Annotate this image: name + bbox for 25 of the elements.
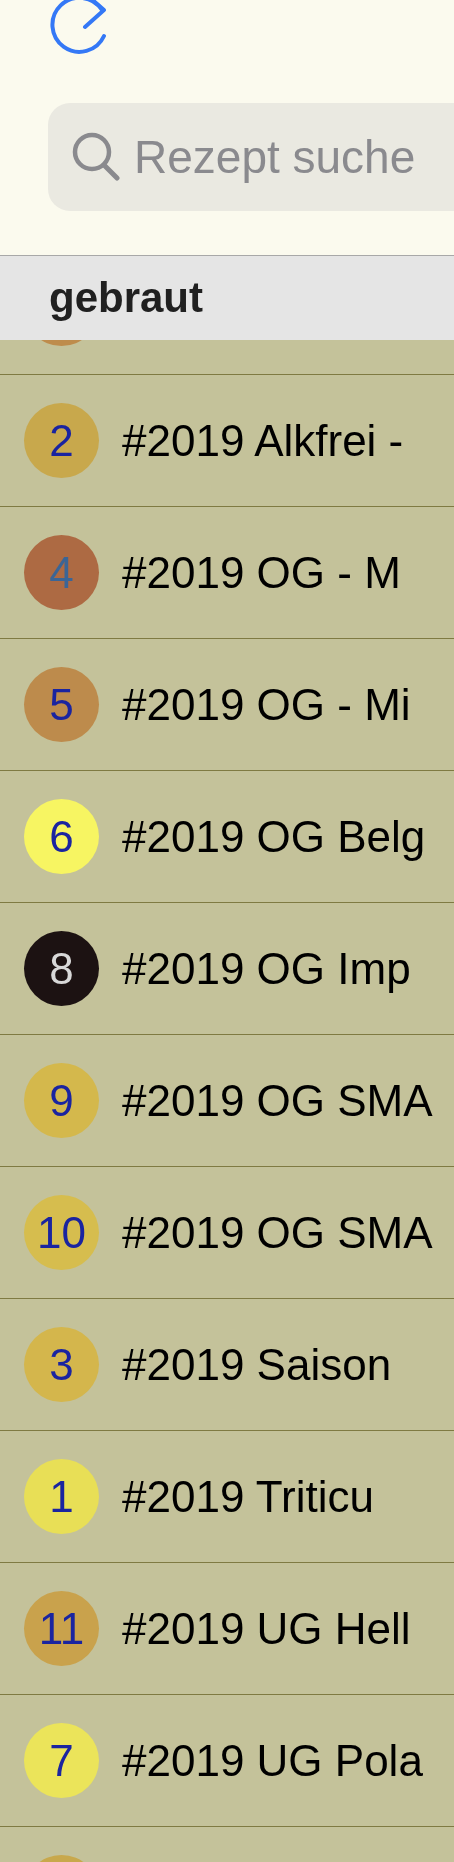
recipe-row[interactable]: 5 #2019 OG - Mi [0, 639, 454, 771]
number-badge: 6 [24, 799, 99, 874]
number-badge: 11 [24, 1591, 99, 1666]
number-badge: 4 [24, 535, 99, 610]
recipe-row[interactable]: 3 #2019 Saison [0, 1299, 454, 1431]
search-icon [72, 132, 120, 182]
recipe-row[interactable]: 1 #2019 Triticu [0, 1431, 454, 1563]
recipe-row[interactable]: 11 #2019 UG Hell [0, 1563, 454, 1695]
recipe-row[interactable]: 9 #2019 OG SMA [0, 1035, 454, 1167]
search-field[interactable]: Rezept suche [48, 103, 454, 211]
recipe-row[interactable]: 6 #2019 OG Belg [0, 771, 454, 903]
number-badge: 8 [24, 931, 99, 1006]
number-badge: 2 [24, 403, 99, 478]
recipe-row[interactable]: 2 #2019 Alkfrei - [0, 375, 454, 507]
recipe-row[interactable]: 7 #2019 UG Pola [0, 1695, 454, 1827]
number-badge: 9 [24, 1063, 99, 1138]
number-badge: 5 [24, 667, 99, 742]
recipe-row[interactable]: 4 #2019 OG - M [0, 507, 454, 639]
number-badge: 7 [24, 1723, 99, 1798]
recipe-row[interactable]: 10 #2019 OG SMA [0, 1167, 454, 1299]
number-badge: 10 [24, 1195, 99, 1270]
section-title: gebraut [49, 274, 203, 322]
number-badge: 1 [24, 1459, 99, 1534]
recipe-row[interactable]: 8 #2019 OG Imp [0, 903, 454, 1035]
number-badge: 3 [24, 1327, 99, 1402]
